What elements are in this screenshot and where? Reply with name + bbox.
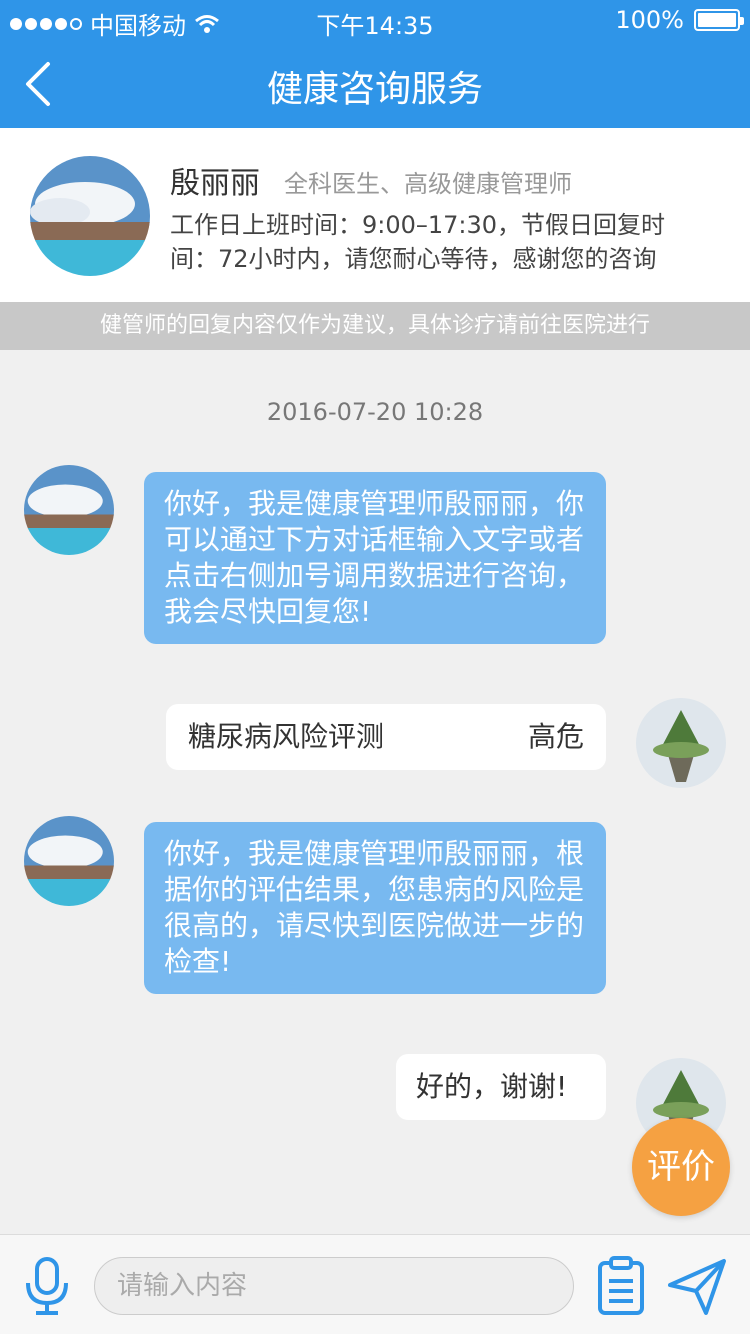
chat-date: 2016-07-20 10:28 [266, 398, 484, 426]
input-bar [0, 1234, 750, 1334]
battery-icon [694, 9, 744, 31]
doctor-chat-avatar[interactable] [24, 816, 114, 906]
hours-line-1: 工作日上班时间：9:00–17:30，节假日回复时 [170, 211, 666, 239]
message-bubble-doctor: 你好，我是健康管理师殷丽丽，根据你的评估结果，您患病的风险是很高的，请尽快到医院… [144, 822, 606, 994]
send-icon[interactable] [666, 1255, 728, 1317]
status-bar: 中国移动 下午14:35 100% [0, 0, 750, 40]
message-input[interactable] [94, 1257, 574, 1315]
clipboard-icon[interactable] [596, 1255, 646, 1317]
doctor-hours: 工作日上班时间：9:00–17:30，节假日回复时 间：72小时内，请您耐心等待… [170, 208, 670, 276]
risk-title: 糖尿病风险评测 [188, 720, 385, 753]
nav-bar: 健康咨询服务 [0, 40, 750, 128]
doctor-role: 全科医生、高级健康管理师 [284, 170, 572, 198]
page-title: 健康咨询服务 [266, 69, 483, 110]
risk-assessment-card[interactable]: 糖尿病风险评测 高危 [166, 704, 606, 770]
battery-percent: 100% [615, 6, 684, 34]
doctor-card[interactable]: 殷丽丽 全科医生、高级健康管理师 工作日上班时间：9:00–17:30，节假日回… [0, 128, 750, 302]
rate-button[interactable]: 评价 [632, 1118, 730, 1216]
doctor-avatar[interactable] [30, 156, 150, 276]
disclaimer-notice: 健管师的回复内容仅作为建议，具体诊疗请前往医院进行 [0, 302, 750, 350]
doctor-chat-avatar[interactable] [24, 465, 114, 555]
microphone-icon[interactable] [22, 1255, 72, 1317]
status-right: 100% [615, 6, 744, 34]
message-bubble-doctor: 你好，我是健康管理师殷丽丽，你可以通过下方对话框输入文字或者点击右侧加号调用数据… [144, 472, 606, 644]
risk-level: 高危 [527, 720, 584, 753]
message-bubble-user: 好的，谢谢! [396, 1054, 606, 1120]
doctor-name: 殷丽丽 [170, 166, 260, 201]
hours-line-2: 间：72小时内，请您耐心等待，感谢您的咨询 [170, 245, 657, 273]
user-chat-avatar[interactable] [636, 698, 726, 788]
